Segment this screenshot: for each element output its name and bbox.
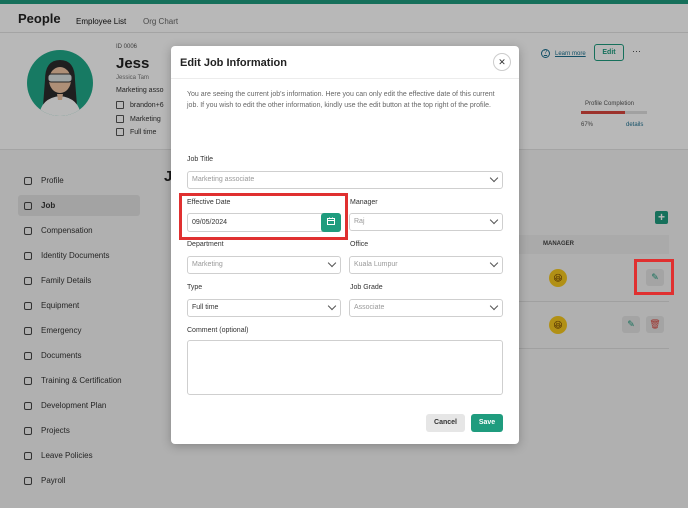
cancel-button[interactable]: Cancel bbox=[426, 414, 465, 432]
job-grade-value: Associate bbox=[354, 304, 385, 311]
comment-label: Comment (optional) bbox=[187, 327, 249, 334]
manager-label: Manager bbox=[350, 199, 378, 206]
chevron-down-icon bbox=[327, 258, 337, 268]
job-title-select: Marketing associate bbox=[187, 171, 503, 189]
type-select[interactable]: Full time bbox=[187, 299, 341, 317]
job-title-value: Marketing associate bbox=[192, 176, 255, 183]
job-title-label: Job Title bbox=[187, 156, 214, 163]
highlight-effective-date bbox=[179, 193, 348, 240]
type-value: Full time bbox=[192, 304, 219, 311]
department-select: Marketing bbox=[187, 256, 341, 274]
office-value: Kuala Lumpur bbox=[354, 261, 398, 268]
edit-job-modal: Edit Job Information ✕ You are seeing th… bbox=[171, 46, 519, 444]
modal-title: Edit Job Information bbox=[180, 57, 287, 69]
department-label: Department bbox=[187, 241, 224, 248]
job-grade-label: Job Grade bbox=[350, 284, 383, 291]
chevron-down-icon bbox=[489, 173, 499, 183]
modal-divider bbox=[171, 78, 519, 79]
office-select: Kuala Lumpur bbox=[349, 256, 503, 274]
type-label: Type bbox=[187, 284, 203, 291]
job-grade-select: Associate bbox=[349, 299, 503, 317]
highlight-edit-row-button bbox=[634, 259, 674, 295]
department-value: Marketing bbox=[192, 261, 223, 268]
chevron-down-icon bbox=[489, 301, 499, 311]
modal-info-text: You are seeing the current job's informa… bbox=[187, 91, 495, 109]
manager-value: Raj bbox=[354, 218, 365, 225]
save-button[interactable]: Save bbox=[471, 414, 503, 432]
close-icon[interactable]: ✕ bbox=[493, 53, 511, 71]
chevron-down-icon bbox=[489, 215, 499, 225]
comment-textarea[interactable] bbox=[187, 340, 503, 395]
office-label: Office bbox=[350, 241, 369, 248]
manager-select: Raj bbox=[349, 213, 503, 231]
chevron-down-icon bbox=[489, 258, 499, 268]
chevron-down-icon bbox=[327, 301, 337, 311]
